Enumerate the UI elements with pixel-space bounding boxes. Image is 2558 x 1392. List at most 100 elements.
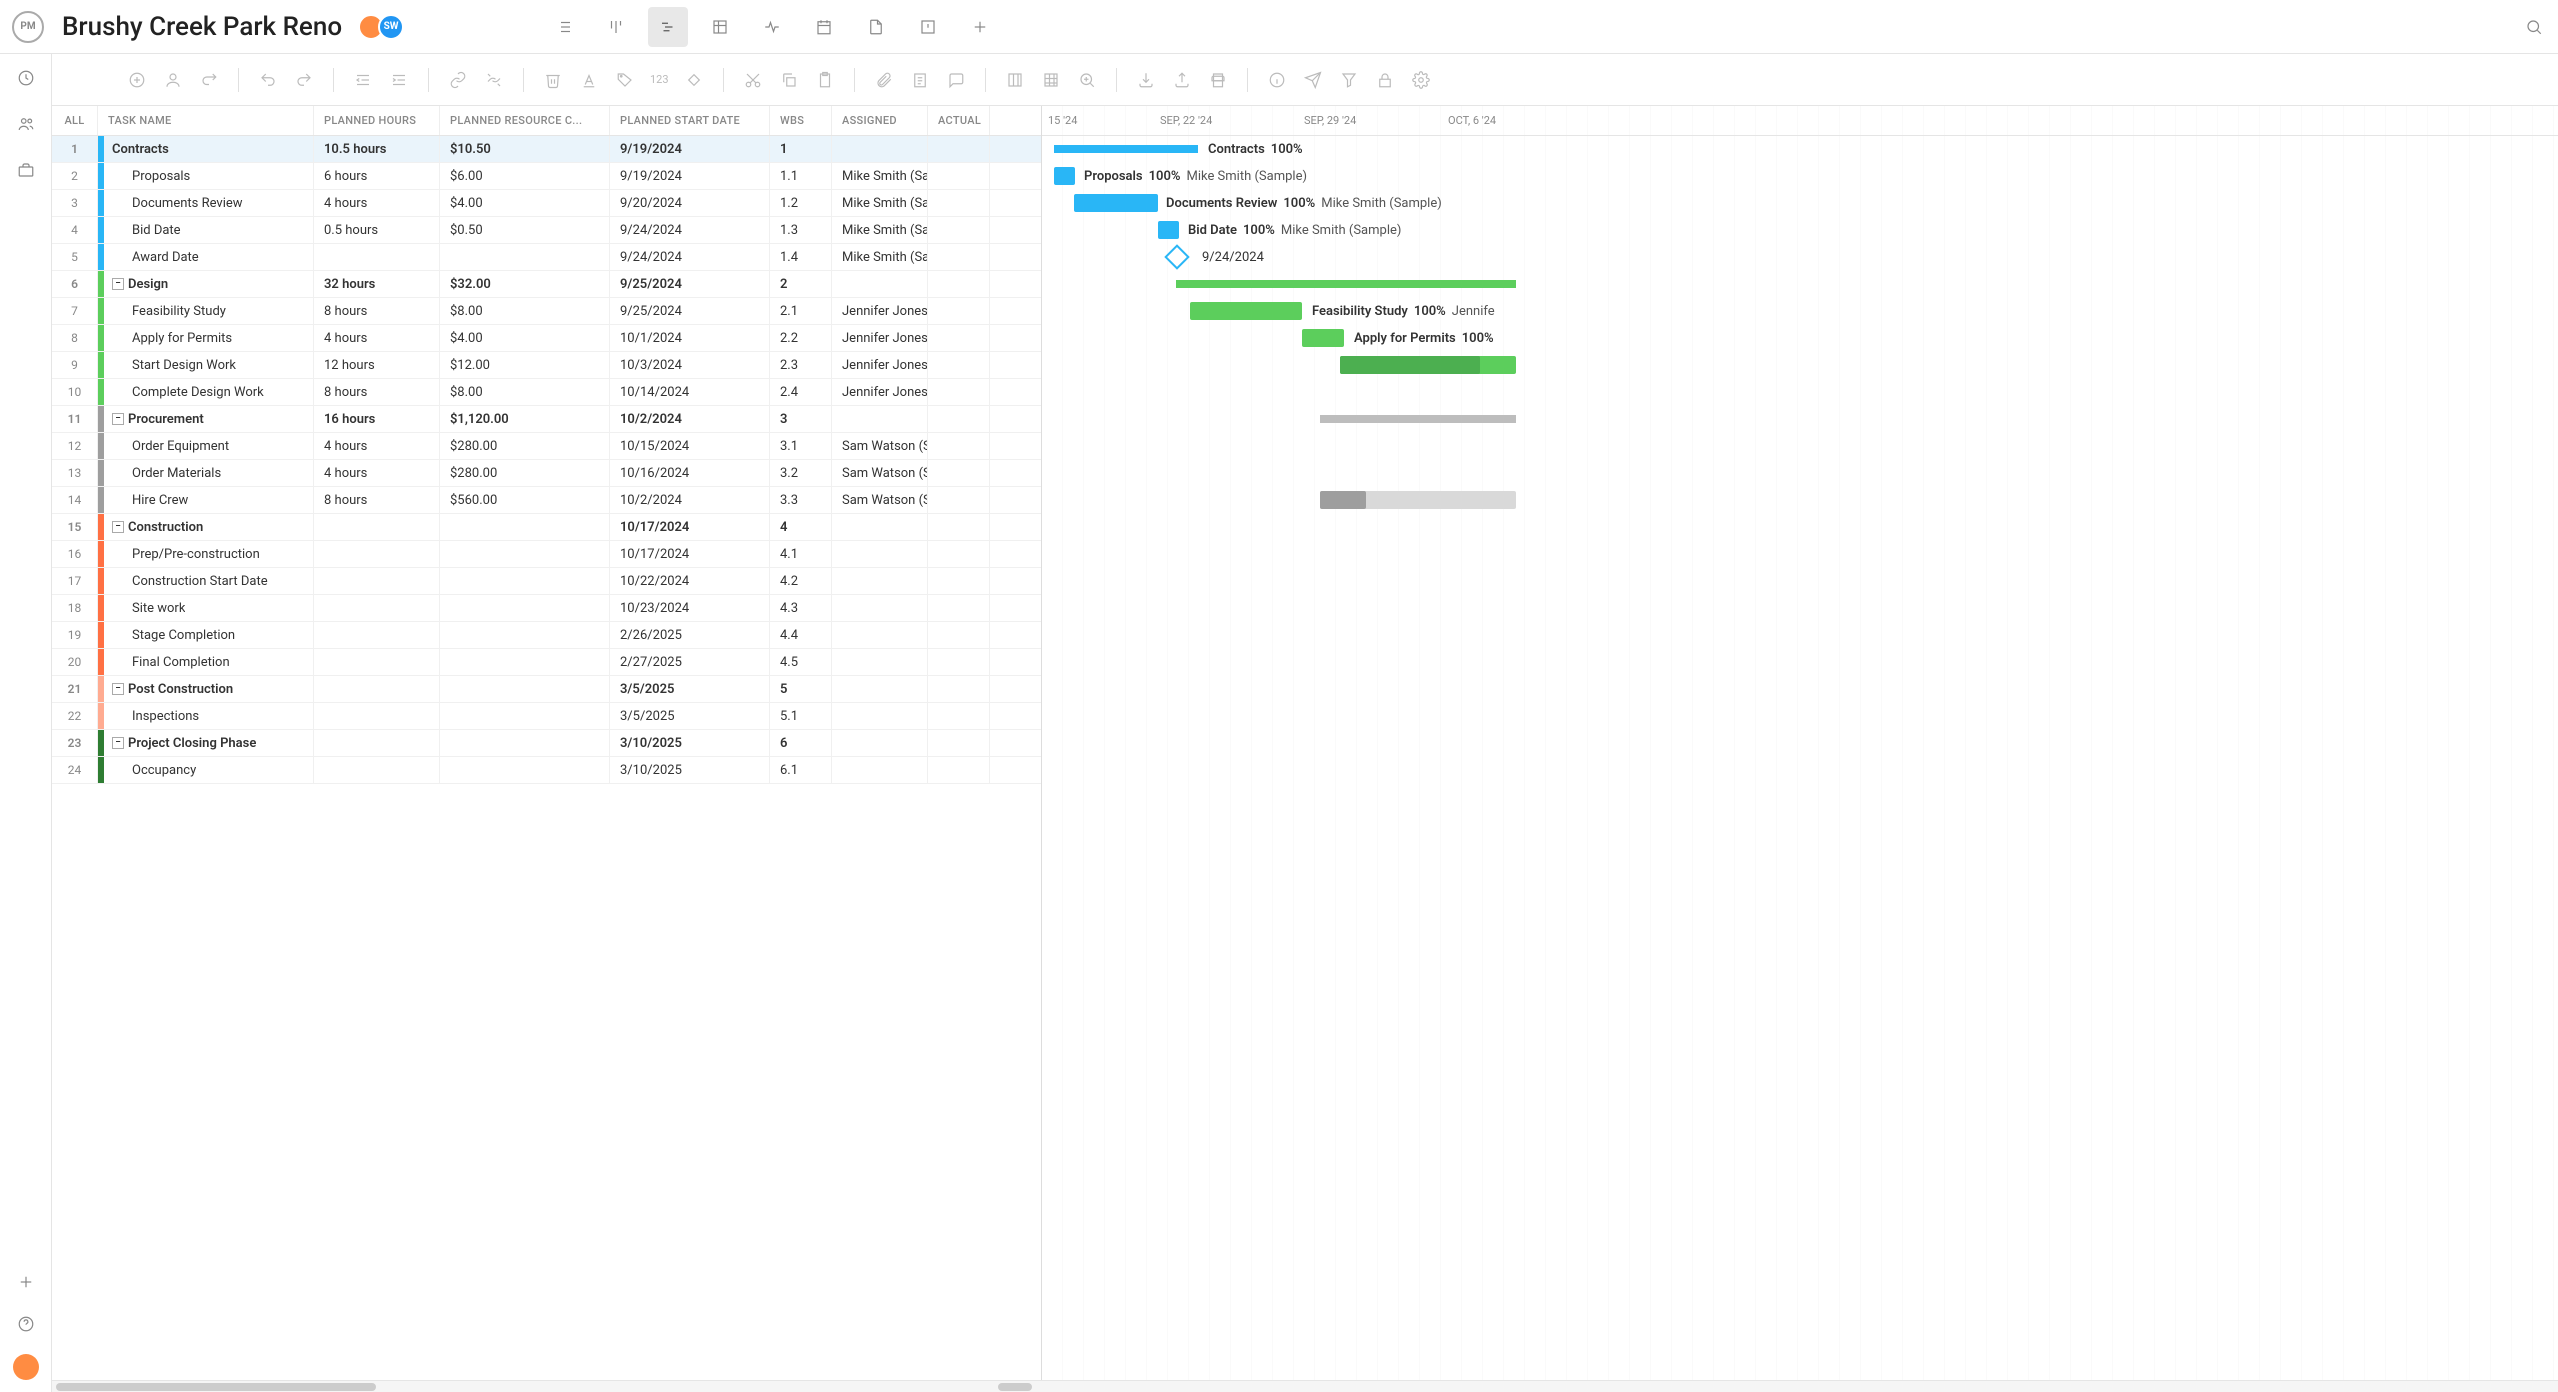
horizontal-scrollbar[interactable] (52, 1380, 2558, 1392)
view-sheet[interactable] (700, 7, 740, 47)
copy-icon[interactable] (774, 65, 804, 95)
view-activity[interactable] (752, 7, 792, 47)
col-header-assigned[interactable]: ASSIGNED (832, 106, 928, 135)
hours-cell[interactable] (314, 676, 440, 702)
col-header-task[interactable]: TASK NAME (98, 106, 314, 135)
actual-cell[interactable] (928, 703, 990, 729)
assigned-cell[interactable] (832, 271, 928, 297)
start-cell[interactable]: 9/24/2024 (610, 244, 770, 270)
cost-cell[interactable]: $32.00 (440, 271, 610, 297)
task-cell[interactable]: Inspections (98, 703, 314, 729)
hours-cell[interactable] (314, 568, 440, 594)
task-cell[interactable]: Stage Completion (98, 622, 314, 648)
actual-cell[interactable] (928, 460, 990, 486)
task-row[interactable]: 14Hire Crew8 hours$560.0010/2/20243.3Sam… (52, 487, 1041, 514)
task-cell[interactable]: Award Date (98, 244, 314, 270)
task-cell[interactable]: Final Completion (98, 649, 314, 675)
task-cell[interactable]: Occupancy (98, 757, 314, 783)
hours-cell[interactable] (314, 703, 440, 729)
attachment-icon[interactable] (869, 65, 899, 95)
cost-cell[interactable]: $8.00 (440, 379, 610, 405)
task-row[interactable]: 12Order Equipment4 hours$280.0010/15/202… (52, 433, 1041, 460)
wbs-cell[interactable]: 5 (770, 676, 832, 702)
view-file[interactable] (856, 7, 896, 47)
view-list[interactable] (544, 7, 584, 47)
start-cell[interactable]: 9/25/2024 (610, 271, 770, 297)
search-icon[interactable] (2522, 15, 2546, 39)
view-gantt[interactable] (648, 7, 688, 47)
task-cell[interactable]: −Post Construction (98, 676, 314, 702)
filter-icon[interactable] (1334, 65, 1364, 95)
wbs-cell[interactable]: 4.3 (770, 595, 832, 621)
task-cell[interactable]: Order Equipment (98, 433, 314, 459)
gantt-panel[interactable]: 15 '24SEP, 22 '24SEP, 29 '24OCT, 6 '24 C… (1042, 106, 2558, 1380)
assigned-cell[interactable]: Jennifer Jones (832, 379, 928, 405)
gantt-body[interactable]: Contracts100%Proposals100%Mike Smith (Sa… (1042, 136, 2558, 784)
start-cell[interactable]: 10/2/2024 (610, 406, 770, 432)
wbs-cell[interactable]: 4.5 (770, 649, 832, 675)
hours-cell[interactable] (314, 757, 440, 783)
start-cell[interactable]: 10/22/2024 (610, 568, 770, 594)
task-cell[interactable]: Construction Start Date (98, 568, 314, 594)
actual-cell[interactable] (928, 379, 990, 405)
collapse-icon[interactable]: − (112, 737, 124, 749)
start-cell[interactable]: 10/17/2024 (610, 541, 770, 567)
task-row[interactable]: 5Award Date9/24/20241.4Mike Smith (Sa (52, 244, 1041, 271)
hours-cell[interactable]: 8 hours (314, 379, 440, 405)
start-cell[interactable]: 9/20/2024 (610, 190, 770, 216)
plus-icon[interactable] (14, 1270, 38, 1294)
tag-icon[interactable] (610, 65, 640, 95)
hours-cell[interactable] (314, 595, 440, 621)
print-icon[interactable] (1203, 65, 1233, 95)
wbs-cell[interactable]: 1.2 (770, 190, 832, 216)
start-cell[interactable]: 10/2/2024 (610, 487, 770, 513)
grid-icon[interactable] (1036, 65, 1066, 95)
collapse-icon[interactable]: − (112, 413, 124, 425)
actual-cell[interactable] (928, 757, 990, 783)
task-row[interactable]: 13Order Materials4 hours$280.0010/16/202… (52, 460, 1041, 487)
gantt-task-bar[interactable] (1074, 194, 1158, 212)
gantt-task-bar[interactable] (1302, 329, 1344, 347)
start-cell[interactable]: 10/14/2024 (610, 379, 770, 405)
wbs-cell[interactable]: 1 (770, 136, 832, 162)
task-row[interactable]: 9Start Design Work12 hours$12.0010/3/202… (52, 352, 1041, 379)
col-header-hours[interactable]: PLANNED HOURS (314, 106, 440, 135)
task-cell[interactable]: −Design (98, 271, 314, 297)
task-row[interactable]: 20Final Completion2/27/20254.5 (52, 649, 1041, 676)
redo-arrow-icon[interactable] (194, 65, 224, 95)
cost-cell[interactable]: $4.00 (440, 325, 610, 351)
start-cell[interactable]: 2/27/2025 (610, 649, 770, 675)
add-task-icon[interactable] (122, 65, 152, 95)
task-row[interactable]: 1Contracts10.5 hours$10.509/19/20241 (52, 136, 1041, 163)
grid-body[interactable]: 1Contracts10.5 hours$10.509/19/202412Pro… (52, 136, 1041, 1380)
outdent-icon[interactable] (348, 65, 378, 95)
assigned-cell[interactable] (832, 676, 928, 702)
task-cell[interactable]: Apply for Permits (98, 325, 314, 351)
task-row[interactable]: 23−Project Closing Phase3/10/20256 (52, 730, 1041, 757)
cost-cell[interactable]: $12.00 (440, 352, 610, 378)
cost-cell[interactable] (440, 757, 610, 783)
avatar-2[interactable]: SW (378, 14, 404, 40)
gantt-task-bar[interactable] (1190, 302, 1302, 320)
cut-icon[interactable] (738, 65, 768, 95)
actual-cell[interactable] (928, 514, 990, 540)
cost-cell[interactable] (440, 730, 610, 756)
task-row[interactable]: 22Inspections3/5/20255.1 (52, 703, 1041, 730)
scrollbar-thumb-right[interactable] (998, 1383, 1032, 1391)
assigned-cell[interactable] (832, 136, 928, 162)
hours-cell[interactable]: 4 hours (314, 433, 440, 459)
wbs-cell[interactable]: 2.2 (770, 325, 832, 351)
actual-cell[interactable] (928, 136, 990, 162)
actual-cell[interactable] (928, 352, 990, 378)
export-icon[interactable] (1167, 65, 1197, 95)
collapse-icon[interactable]: − (112, 521, 124, 533)
task-row[interactable]: 6−Design32 hours$32.009/25/20242 (52, 271, 1041, 298)
cost-cell[interactable] (440, 568, 610, 594)
scrollbar-thumb-left[interactable] (56, 1383, 376, 1391)
task-cell[interactable]: Bid Date (98, 217, 314, 243)
people-icon[interactable] (14, 112, 38, 136)
task-row[interactable]: 11−Procurement16 hours$1,120.0010/2/2024… (52, 406, 1041, 433)
wbs-cell[interactable]: 4.2 (770, 568, 832, 594)
assigned-cell[interactable] (832, 595, 928, 621)
assigned-cell[interactable]: Mike Smith (Sa (832, 163, 928, 189)
